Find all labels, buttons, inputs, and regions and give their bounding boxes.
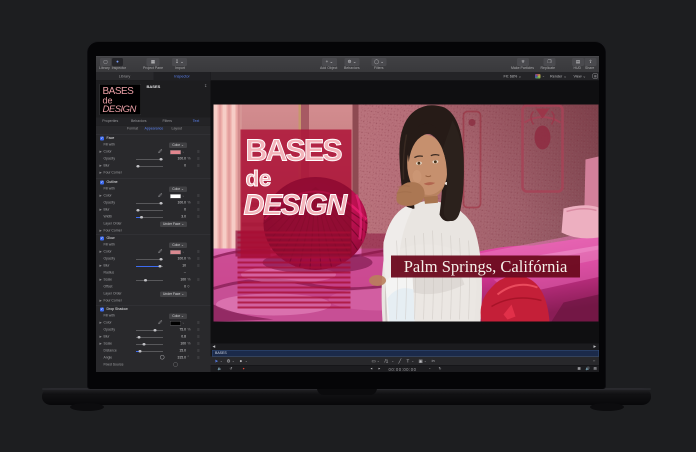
svg-text:BASES: BASES — [246, 134, 343, 168]
svg-text:DESIGN: DESIGN — [244, 190, 349, 222]
svg-text:de: de — [246, 166, 272, 191]
svg-text:Palm Springs, Califórnia: Palm Springs, Califórnia — [404, 257, 568, 276]
